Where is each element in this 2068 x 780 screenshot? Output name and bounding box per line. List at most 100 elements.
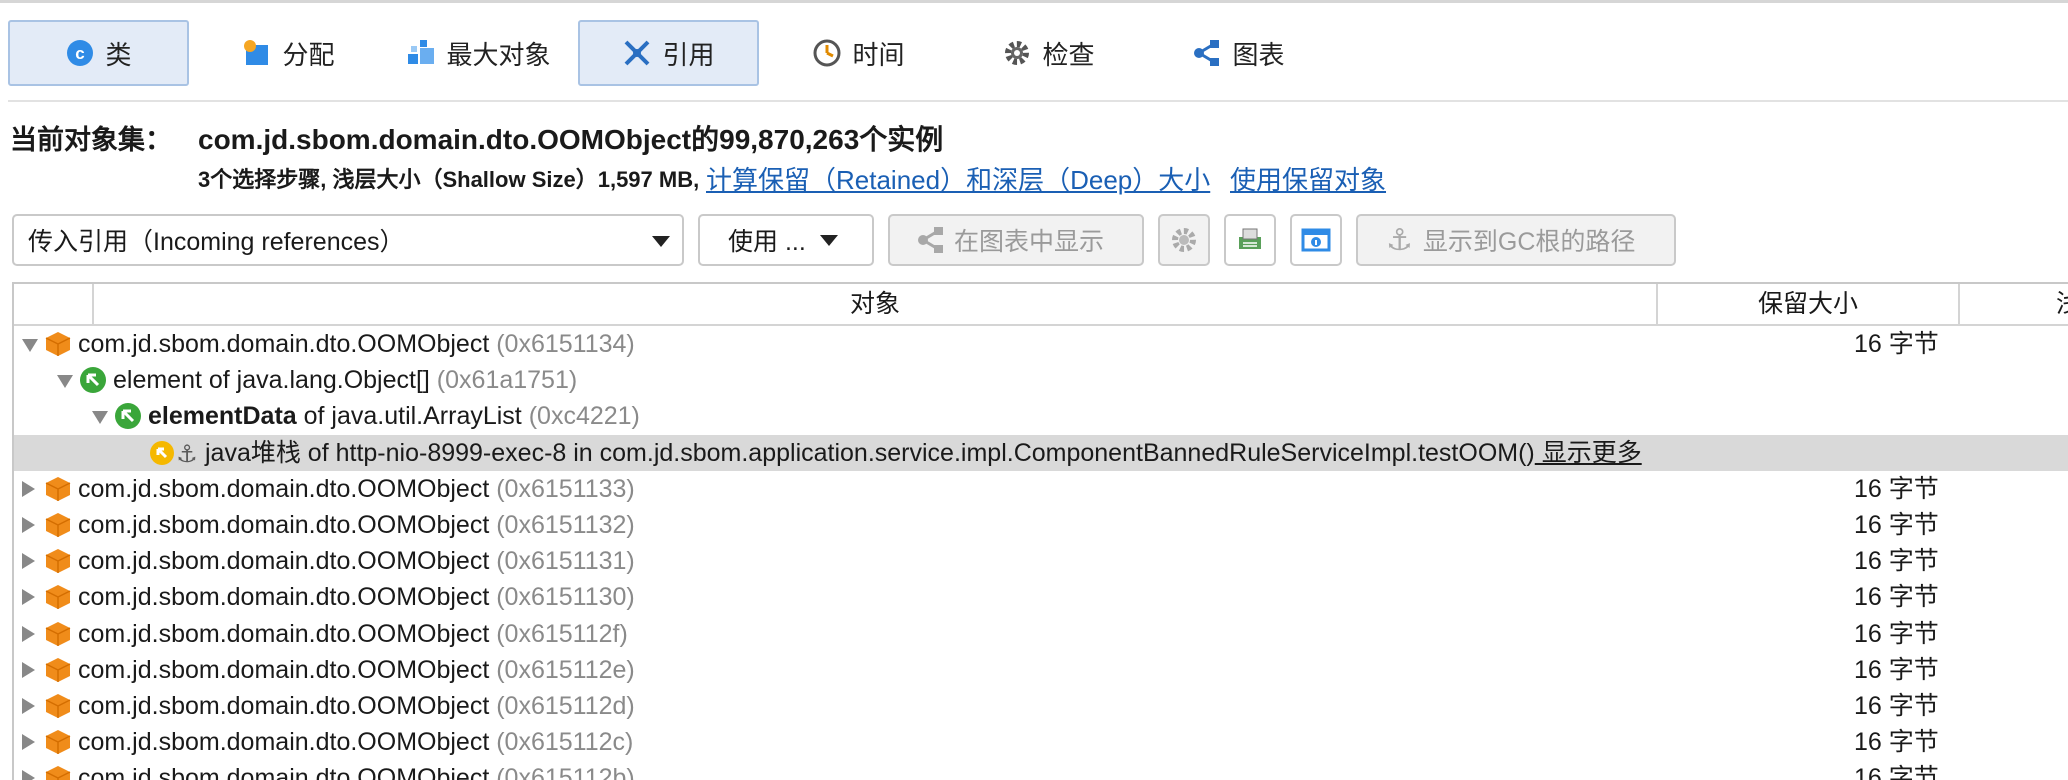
expand-toggle-icon[interactable] [22,661,35,678]
info-icon [1301,225,1331,255]
svg-text:⚓: ⚓ [176,440,198,467]
calculate-retained-link[interactable]: 计算保留（Retained）和深层（Deep）大小 [706,160,1210,197]
tab-classes[interactable]: c 类 [8,20,189,86]
column-header-retained-size[interactable]: 保留大小 [1658,284,1960,324]
tab-time[interactable]: 时间 [768,20,949,86]
object-address: (0x615112e) [489,655,635,684]
class-c-icon: c [65,38,95,68]
show-more-link[interactable]: 显示更多 [1535,439,1642,467]
object-address: (0x615112c) [489,728,634,757]
table-row[interactable]: com.jd.sbom.domain.dto.OOMObject (0x6151… [14,616,2068,652]
object-name: com.jd.sbom.domain.dto.OOMObject [78,619,490,648]
expand-toggle-icon[interactable] [22,734,35,751]
expand-toggle-icon[interactable] [22,553,35,570]
object-name: com.jd.sbom.domain.dto.OOMObject [78,511,490,539]
expand-toggle-icon[interactable] [22,480,35,497]
retained-size-value: 16 字节 [1854,728,1939,757]
references-icon [622,38,652,68]
retained-size-value: 16 字节 [1854,583,1939,612]
table-row[interactable]: com.jd.sbom.domain.dto.OOMObject (0x6151… [14,652,2068,688]
reference-mode-dropdown[interactable]: 传入引用（Incoming references） [12,214,684,266]
collapse-toggle-icon[interactable] [22,339,38,352]
table-row[interactable]: element of java.lang.Object[] (0x61a1751… [14,362,2068,398]
use-button-label: 使用 ... [728,228,806,256]
object-address: (0x615112f) [489,619,628,648]
row-object-label: com.jd.sbom.domain.dto.OOMObject (0x6151… [78,579,635,615]
object-name: com.jd.sbom.domain.dto.OOMObject [78,547,490,576]
tab-graph[interactable]: 图表 [1148,20,1329,86]
table-row[interactable]: com.jd.sbom.domain.dto.OOMObject (0x6151… [14,760,2068,780]
divider [8,100,2068,102]
expand-toggle-icon[interactable] [22,698,35,714]
table-row[interactable]: com.jd.sbom.domain.dto.OOMObject (0x6151… [14,471,2068,507]
object-cube-icon [44,475,72,503]
expand-toggle-icon[interactable] [22,589,35,606]
tab-allocations[interactable]: 分配 [198,20,379,86]
object-address: (0x6151130) [489,583,635,612]
row-object-label: com.jd.sbom.domain.dto.OOMObject (0x6151… [78,471,635,507]
clock-icon [812,38,842,68]
row-object-label: com.jd.sbom.domain.dto.OOMObject (0x6151… [78,507,635,543]
object-address: (0x6151134) [489,330,635,358]
reference-arrow-icon [114,402,142,430]
view-tabbar: c 类 分配 最大对象 引用 时间 检查 图表 [8,20,2068,90]
object-cube-icon [44,547,72,575]
object-cube-icon [44,583,72,611]
object-cube-icon [44,511,72,539]
object-name: com.jd.sbom.domain.dto.OOMObject [78,330,490,358]
show-in-graph-button[interactable]: 在图表中显示 [888,214,1144,266]
selection-info: 3个选择步骤, 浅层大小（Shallow Size）1,597 MB, [198,167,700,192]
table-row[interactable]: com.jd.sbom.domain.dto.OOMObject (0x6151… [14,688,2068,724]
column-header-tree[interactable] [14,284,94,324]
table-row[interactable]: com.jd.sbom.domain.dto.OOMObject (0x6151… [14,326,2068,362]
column-header-shallow-size[interactable]: 浅 [1960,284,2068,324]
gc-root-anchor-icon: ⚓ [149,439,201,468]
tab-references[interactable]: 引用 [578,20,759,86]
column-header-object[interactable]: 对象 [94,284,1658,324]
tab-label: 时间 [852,39,905,70]
row-object-label: com.jd.sbom.domain.dto.OOMObject (0x6151… [78,760,635,780]
retained-size-value: 16 字节 [1854,655,1939,684]
row-object-label: com.jd.sbom.domain.dto.OOMObject (0x6151… [78,724,633,760]
expand-toggle-icon[interactable] [22,770,35,780]
row-object-label: com.jd.sbom.domain.dto.OOMObject (0x6151… [78,543,635,579]
table-row[interactable]: ⚓ java堆栈 of http-nio-8999-exec-8 in com.j… [14,434,2068,471]
collapse-toggle-icon[interactable] [92,411,108,425]
chevron-down-icon [819,234,838,246]
export-button[interactable] [1224,214,1276,266]
tab-label: 类 [105,39,132,70]
table-row[interactable]: com.jd.sbom.domain.dto.OOMObject (0x6151… [14,507,2068,543]
current-object-set-label: 当前对象集： [10,125,172,155]
gear-icon [1169,225,1199,255]
object-name: com.jd.sbom.domain.dto.OOMObject [78,728,490,757]
table-row[interactable]: elementData of java.util.ArrayList (0xc4… [14,398,2068,434]
row-object-label: com.jd.sbom.domain.dto.OOMObject (0x6151… [78,616,628,652]
object-name: com.jd.sbom.domain.dto.OOMObject [78,583,490,612]
table-row[interactable]: com.jd.sbom.domain.dto.OOMObject (0x6151… [14,579,2068,615]
expand-toggle-icon[interactable] [22,517,35,533]
graph-icon [1192,38,1222,68]
chevron-down-icon [652,236,670,247]
tab-biggest-objects[interactable]: 最大对象 [388,20,569,86]
retained-size-value: 16 字节 [1854,692,1939,720]
object-name: java堆栈 of http-nio-8999-exec-8 in com.jd… [205,438,1535,467]
use-retained-objects-link[interactable]: 使用保留对象 [1230,160,1386,197]
page-title: com.jd.sbom.domain.dto.OOMObject的99,870,… [198,124,944,155]
table-row[interactable]: com.jd.sbom.domain.dto.OOMObject (0x6151… [14,543,2068,579]
expand-toggle-icon[interactable] [22,625,35,642]
object-name: com.jd.sbom.domain.dto.OOMObject [78,692,490,720]
use-button[interactable]: 使用 ... [698,214,874,266]
settings-button[interactable] [1158,214,1210,266]
reference-arrow-icon [79,366,107,394]
table-row[interactable]: com.jd.sbom.domain.dto.OOMObject (0x6151… [14,724,2068,760]
show-in-graph-label: 在图表中显示 [954,228,1105,256]
collapse-toggle-icon[interactable] [57,375,73,389]
retained-size-value: 16 字节 [1854,764,1939,780]
allocation-icon [242,38,272,68]
tab-label: 分配 [282,39,335,70]
info-button[interactable] [1290,214,1342,266]
anchor-icon: ⚓ [1386,223,1413,257]
row-object-label: java堆栈 of http-nio-8999-exec-8 in com.jd… [205,435,1642,471]
path-to-gc-roots-button[interactable]: ⚓ 显示到GC根的路径 [1356,214,1676,266]
tab-inspections[interactable]: 检查 [958,20,1139,86]
